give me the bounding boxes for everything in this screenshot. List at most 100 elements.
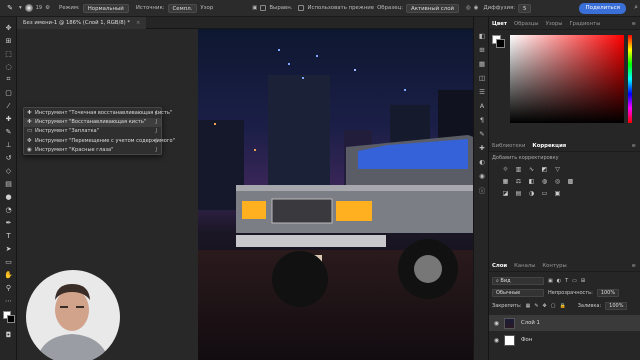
document-canvas-photo[interactable]	[198, 29, 479, 360]
adjustments-icon[interactable]: ◐	[477, 157, 487, 167]
tool-preset-chevron-icon[interactable]: ▾	[19, 5, 22, 11]
tab-paths[interactable]: Контуры	[542, 263, 566, 269]
history-icon[interactable]: ◧	[477, 31, 487, 41]
hue-slider[interactable]	[628, 35, 632, 123]
visibility-eye-icon[interactable]: ◉	[492, 337, 501, 344]
type-tool-icon[interactable]: T	[3, 230, 14, 241]
layer-filter-select[interactable]: ⌕ Вид	[492, 277, 544, 285]
lock-paint-icon[interactable]: ✎	[534, 303, 538, 309]
properties-icon[interactable]: ☰	[477, 87, 487, 97]
diffusion-input[interactable]: 5	[518, 3, 532, 13]
quick-mask-icon[interactable]: ◘	[3, 329, 14, 340]
filter-adjustment-icon[interactable]: ◐	[557, 278, 561, 284]
vibrance-icon[interactable]: ▽	[553, 165, 562, 173]
brush-preview-icon[interactable]	[24, 4, 33, 12]
marquee-tool-icon[interactable]: ⬚	[3, 48, 14, 59]
layer-row[interactable]: ◉ Фон	[489, 332, 640, 348]
paragraph-icon[interactable]: ¶	[477, 115, 487, 125]
curves-icon[interactable]: ∿	[527, 165, 536, 173]
mode-select[interactable]: Нормальный	[82, 3, 129, 13]
align-checkbox[interactable]	[260, 5, 267, 11]
document-tab[interactable]: Без имени-1 @ 186% (Слой 1, RGB/8) * ×	[17, 17, 147, 29]
tab-swatches[interactable]: Образцы	[514, 21, 539, 27]
panel-menu-icon[interactable]: ≡	[632, 21, 636, 27]
channels-icon[interactable]: ◉	[477, 171, 487, 181]
layer-name[interactable]: Слой 1	[521, 320, 540, 326]
channel-mixer-icon[interactable]: ◎	[553, 177, 562, 185]
gradient-tool-icon[interactable]: ▤	[3, 178, 14, 189]
opacity-input[interactable]: 100%	[596, 289, 620, 297]
red-eye-tool-item[interactable]: ◉ Инструмент "Красные глаза" J	[24, 146, 161, 155]
pressure-icon[interactable]: ◉	[474, 5, 479, 11]
color-lookup-icon[interactable]: ▩	[566, 177, 575, 185]
color-picker-field[interactable]	[510, 35, 624, 123]
filter-pixel-icon[interactable]: ▣	[548, 278, 553, 284]
spot-healing-brush-item[interactable]: ✚ Инструмент "Точечная восстанавливающая …	[24, 109, 172, 118]
more-tools-icon[interactable]: ⋯	[3, 295, 14, 306]
photo-filter-icon[interactable]: ◍	[540, 177, 549, 185]
brush-size-value[interactable]: 19	[36, 5, 42, 11]
blur-tool-icon[interactable]: ●	[3, 191, 14, 202]
lock-pixels-icon[interactable]: ▦	[526, 303, 531, 309]
layer-comps-icon[interactable]: ◫	[477, 73, 487, 83]
background-color-swatch[interactable]	[7, 315, 15, 323]
blend-mode-select[interactable]: Обычные	[492, 289, 544, 297]
threshold-icon[interactable]: ◑	[527, 189, 536, 197]
history-brush-tool-icon[interactable]: ↺	[3, 152, 14, 163]
color-icon[interactable]: ⊞	[477, 45, 487, 55]
hand-tool-icon[interactable]: ✋	[3, 269, 14, 280]
tab-patterns[interactable]: Узоры	[546, 21, 563, 27]
fill-input[interactable]: 100%	[605, 302, 628, 310]
selective-color-icon[interactable]: ▣	[553, 189, 562, 197]
exposure-icon[interactable]: ◩	[540, 165, 549, 173]
source-sampled-button[interactable]: Семпл.	[167, 3, 198, 13]
filter-type-icon[interactable]: T	[565, 278, 568, 284]
background-color-swatch[interactable]	[496, 39, 505, 48]
stamp-tool-icon[interactable]: ⊥	[3, 139, 14, 150]
tab-libraries[interactable]: Библиотеки	[492, 143, 525, 149]
filter-shape-icon[interactable]: ▭	[572, 278, 577, 284]
invert-icon[interactable]: ◪	[501, 189, 510, 197]
lock-all-icon[interactable]: 🔒	[559, 303, 565, 309]
visibility-eye-icon[interactable]: ◉	[492, 320, 501, 327]
tab-channels[interactable]: Каналы	[514, 263, 535, 269]
levels-icon[interactable]: ▥	[514, 165, 523, 173]
lock-artboard-icon[interactable]: ▢	[551, 303, 556, 309]
clone-source-icon[interactable]: ▣	[252, 5, 257, 11]
content-aware-move-item[interactable]: ✥ Инструмент "Перемещение с учетом содерж…	[24, 137, 175, 146]
posterize-icon[interactable]: ▤	[514, 189, 523, 197]
artboard-tool-icon[interactable]: ⊞	[3, 35, 14, 46]
swatches-icon[interactable]: ▦	[477, 59, 487, 69]
brush-settings-icon[interactable]: ⚙	[45, 5, 50, 11]
lock-position-icon[interactable]: ✥	[543, 303, 547, 309]
eraser-tool-icon[interactable]: ◇	[3, 165, 14, 176]
brightness-contrast-icon[interactable]: ☼	[501, 165, 510, 173]
brush-tool-icon[interactable]: ✎	[3, 126, 14, 137]
panel-menu-icon[interactable]: ≡	[632, 143, 636, 149]
pen-tool-icon[interactable]: ✒	[3, 217, 14, 228]
frame-tool-icon[interactable]: ▢	[3, 87, 14, 98]
dodge-tool-icon[interactable]: ◔	[3, 204, 14, 215]
ignore-adjustment-icon[interactable]: ◎	[466, 5, 471, 11]
gradient-map-icon[interactable]: ▭	[540, 189, 549, 197]
source-pattern-button[interactable]: Узор	[200, 5, 213, 11]
crop-tool-icon[interactable]: ⌗	[3, 74, 14, 85]
share-button[interactable]: Поделиться	[579, 3, 626, 14]
info-icon[interactable]: ⓘ	[477, 185, 487, 195]
healing-brush-tool-icon[interactable]: ✚	[3, 113, 14, 124]
character-icon[interactable]: A	[477, 101, 487, 111]
search-icon[interactable]: ⌕	[634, 3, 638, 12]
patch-tool-item[interactable]: ▭ Инструмент "Заплатка" J	[24, 127, 161, 136]
tab-color[interactable]: Цвет	[492, 21, 507, 27]
lasso-tool-icon[interactable]: ◌	[3, 61, 14, 72]
brushes-icon[interactable]: ✎	[477, 129, 487, 139]
eyedropper-tool-icon[interactable]: ⁄	[3, 100, 14, 111]
tab-gradients[interactable]: Градиенты	[569, 21, 600, 27]
panel-menu-icon[interactable]: ≡	[632, 263, 636, 269]
rectangle-tool-icon[interactable]: ▭	[3, 256, 14, 267]
use-legacy-checkbox[interactable]	[298, 5, 305, 11]
tab-layers[interactable]: Слои	[492, 263, 507, 269]
zoom-tool-icon[interactable]: ⚲	[3, 282, 14, 293]
healing-brush-tool-icon[interactable]: ✎	[4, 3, 16, 14]
sample-select[interactable]: Активный слой	[406, 3, 460, 13]
